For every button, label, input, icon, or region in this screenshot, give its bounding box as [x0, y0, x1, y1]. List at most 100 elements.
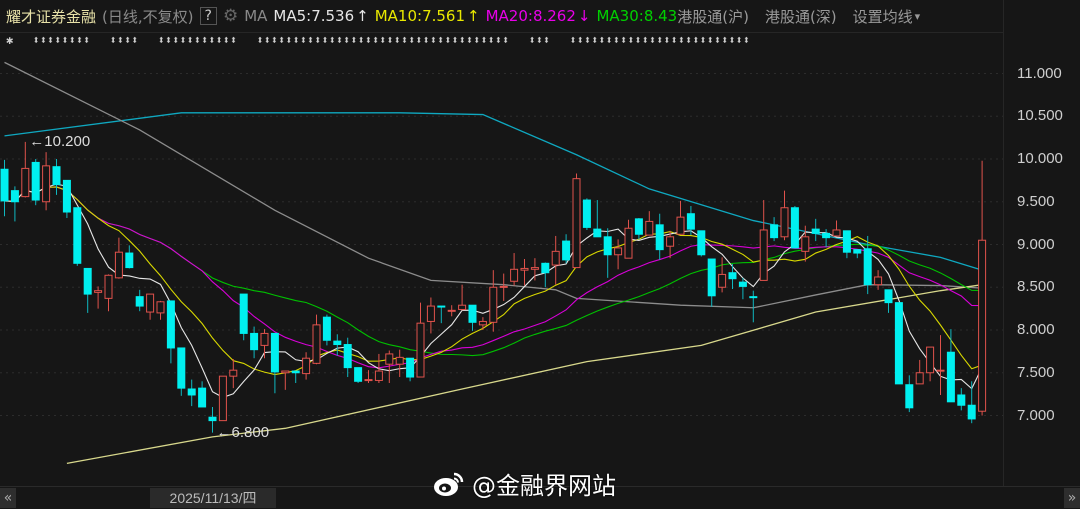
candle-up — [978, 239, 987, 412]
candle-up — [718, 273, 727, 288]
watermark: @金融界网站 — [432, 466, 616, 501]
candle-up — [478, 320, 487, 326]
watermark-text: @金融界网站 — [472, 472, 616, 500]
axis-divider — [1003, 0, 1004, 486]
scroll-left-button[interactable]: « — [0, 488, 16, 508]
candle-up — [915, 372, 924, 385]
y-tick-label: 8.000 — [1017, 321, 1055, 338]
candle-down — [333, 340, 342, 346]
candle-down — [208, 416, 217, 422]
candle-down — [770, 224, 779, 239]
candle-up — [114, 251, 123, 279]
candle-down — [354, 367, 363, 382]
candle-down — [198, 387, 207, 408]
candle-down — [884, 289, 893, 304]
candle-down — [842, 230, 851, 253]
weibo-logo-icon — [434, 472, 464, 496]
candle-down — [166, 300, 175, 349]
candle-up — [666, 236, 675, 247]
candle-down — [728, 272, 737, 280]
candle-down — [853, 249, 862, 254]
candle-up — [499, 285, 508, 288]
candle-down — [10, 190, 19, 203]
candle-down — [905, 384, 914, 409]
y-tick-label: 7.000 — [1017, 406, 1055, 424]
candle-down — [822, 232, 831, 239]
candle-up — [530, 267, 539, 270]
candle-up — [104, 274, 113, 299]
candle-up — [260, 332, 269, 346]
candle-up — [416, 322, 425, 378]
candle-up — [874, 276, 883, 286]
candle-down — [749, 296, 758, 299]
cursor-date-label: 2025/11/13/四 — [150, 488, 276, 508]
candle-up — [426, 305, 435, 322]
scroll-right-button[interactable]: » — [1064, 488, 1080, 508]
y-tick-label: 10.000 — [1017, 150, 1063, 167]
candle-up — [832, 229, 841, 237]
candle-down — [790, 207, 799, 249]
candle-down — [738, 281, 747, 287]
candle-up — [395, 356, 404, 365]
candle-down — [894, 302, 903, 385]
candle-down — [967, 404, 976, 420]
y-tick-label: 7.500 — [1017, 363, 1055, 381]
candle-down — [582, 199, 591, 228]
candle-up — [676, 216, 685, 235]
candle-down — [291, 370, 300, 374]
candle-up — [489, 286, 498, 323]
candle-down — [270, 332, 279, 373]
candle-up — [146, 293, 155, 313]
candle-up — [21, 167, 30, 198]
candle-up — [218, 375, 227, 422]
candle-up — [229, 369, 238, 377]
candle-down — [52, 166, 61, 186]
candle-down — [406, 357, 415, 378]
candle-down — [686, 213, 695, 230]
candle-down — [634, 218, 643, 235]
candle-up — [94, 290, 103, 293]
candle-up — [156, 301, 165, 314]
candle-up — [385, 353, 394, 365]
price-annotation: ←10.200 — [29, 132, 91, 150]
candle-down — [135, 296, 144, 307]
candle-down — [562, 240, 571, 261]
candle-up — [510, 268, 519, 282]
candle-up — [364, 379, 373, 382]
candle-up — [302, 357, 311, 375]
candle-down — [541, 262, 550, 274]
candle-down — [177, 347, 186, 389]
candle-down — [957, 394, 966, 406]
candle-up — [624, 227, 633, 259]
candle-down — [697, 230, 706, 256]
candle-down — [125, 252, 134, 269]
candle-down — [811, 228, 820, 234]
y-tick-label: 9.000 — [1017, 235, 1055, 253]
candle-up — [614, 247, 623, 256]
candle-down — [468, 304, 477, 323]
candle-up — [42, 165, 51, 203]
candle-up — [936, 369, 945, 372]
candle-up — [281, 370, 290, 374]
candle-down — [250, 332, 259, 351]
candle-down — [322, 316, 331, 341]
candle-down — [83, 267, 92, 295]
candle-down — [31, 161, 40, 201]
candle-down — [946, 351, 955, 403]
candle-down — [707, 258, 716, 297]
candle-up — [520, 267, 529, 271]
candlestick-chart[interactable] — [0, 0, 1003, 486]
candle-down — [62, 179, 71, 213]
candle-down — [603, 236, 612, 256]
candle-up — [780, 207, 789, 238]
candle-up — [551, 250, 560, 266]
candle-up — [312, 324, 321, 364]
candle-up — [759, 229, 768, 281]
candle-up — [645, 220, 654, 236]
candle-down — [239, 293, 248, 334]
candle-down — [343, 344, 352, 369]
candle-up — [572, 178, 581, 269]
candle-up — [458, 304, 467, 310]
candle-up — [447, 309, 456, 312]
price-annotation: ←6.800 — [216, 423, 270, 441]
